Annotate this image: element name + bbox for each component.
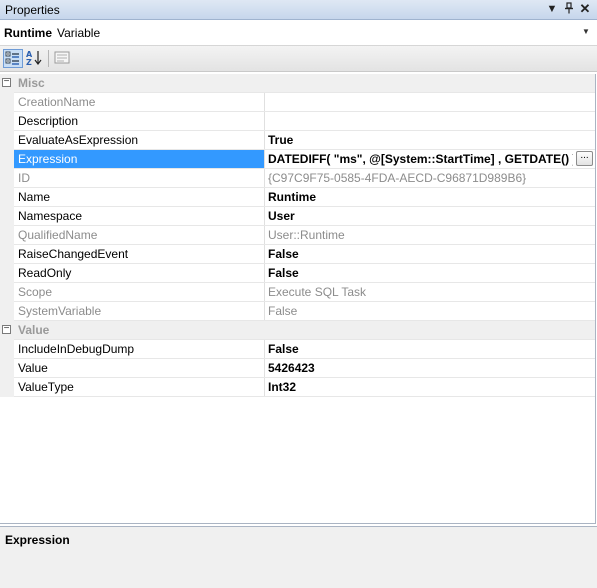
property-grid: − Misc CreationName Description Evaluate… (0, 74, 596, 524)
property-row-scope[interactable]: Scope Execute SQL Task (0, 283, 595, 302)
object-type: Variable (57, 26, 101, 40)
property-value: Execute SQL Task (268, 285, 367, 299)
property-value[interactable]: True (265, 131, 595, 149)
property-name: ValueType (14, 378, 265, 396)
property-value[interactable]: User (265, 207, 595, 225)
pin-icon[interactable] (562, 2, 576, 16)
description-title: Expression (5, 533, 70, 547)
property-row-name[interactable]: Name Runtime (0, 188, 595, 207)
collapse-icon[interactable]: − (2, 324, 11, 334)
toolbar-separator (48, 50, 49, 67)
description-pane: Expression (0, 526, 597, 588)
property-name: ReadOnly (14, 264, 265, 282)
property-row-evaluateasexpression[interactable]: EvaluateAsExpression True (0, 131, 595, 150)
property-name: Namespace (14, 207, 265, 225)
property-row-value[interactable]: Value 5426423 (0, 359, 595, 378)
category-label: Misc (18, 76, 45, 90)
chevron-down-icon[interactable]: ▼ (579, 24, 593, 40)
category-label: Value (18, 323, 50, 337)
property-value: False (268, 304, 298, 318)
property-row-description[interactable]: Description (0, 112, 595, 131)
property-name: QualifiedName (14, 226, 265, 244)
property-value[interactable]: False (265, 245, 595, 263)
property-name: EvaluateAsExpression (14, 131, 265, 149)
property-pages-button[interactable] (53, 49, 73, 68)
property-value[interactable]: Runtime (265, 188, 595, 206)
property-name: Expression (14, 150, 265, 168)
property-value[interactable]: Int32 (265, 378, 595, 396)
object-name: Runtime (4, 26, 52, 40)
close-icon[interactable]: ✕ (578, 2, 592, 16)
property-name: IncludeInDebugDump (14, 340, 265, 358)
property-row-id[interactable]: ID {C97C9F75-0585-4FDA-AECD-C96871D989B6… (0, 169, 595, 188)
property-value[interactable] (265, 112, 595, 130)
sort-alphabetical-icon: A Z (26, 50, 42, 67)
alphabetical-view-button[interactable]: A Z (25, 49, 45, 68)
dropdown-arrow-icon[interactable]: ▼ (545, 2, 559, 16)
property-value: User::Runtime (268, 228, 345, 242)
property-row-raisechangedevent[interactable]: RaiseChangedEvent False (0, 245, 595, 264)
property-row-creationname[interactable]: CreationName (0, 93, 595, 112)
property-value[interactable]: False (265, 340, 595, 358)
categorized-view-button[interactable] (3, 49, 23, 68)
svg-text:Z: Z (26, 58, 32, 66)
property-value[interactable]: 5426423 (265, 359, 595, 377)
property-row-namespace[interactable]: Namespace User (0, 207, 595, 226)
property-name: RaiseChangedEvent (14, 245, 265, 263)
property-name: SystemVariable (14, 302, 265, 320)
category-misc[interactable]: − Misc (0, 74, 595, 93)
property-name: Name (14, 188, 265, 206)
property-row-valuetype[interactable]: ValueType Int32 (0, 378, 595, 397)
collapse-icon[interactable]: − (2, 77, 11, 87)
property-value[interactable]: False (265, 264, 595, 282)
property-row-qualifiedname[interactable]: QualifiedName User::Runtime (0, 226, 595, 245)
property-name: CreationName (14, 93, 265, 111)
window-title: Properties (5, 3, 60, 17)
object-selector[interactable]: Runtime Variable ▼ (0, 20, 597, 46)
property-row-includeindebugdump[interactable]: IncludeInDebugDump False (0, 340, 595, 359)
property-value: {C97C9F75-0585-4FDA-AECD-C96871D989B6} (268, 171, 527, 185)
property-name: Description (14, 112, 265, 130)
property-name: Value (14, 359, 265, 377)
ellipsis-button[interactable]: ... (576, 151, 593, 166)
title-bar: Properties ▼ ✕ (0, 0, 597, 20)
category-value[interactable]: − Value (0, 321, 595, 340)
property-pages-icon (54, 51, 70, 64)
categorized-icon (5, 51, 19, 65)
property-row-systemvariable[interactable]: SystemVariable False (0, 302, 595, 321)
toolbar: A Z (0, 46, 597, 72)
property-value (265, 93, 595, 111)
property-name: Scope (14, 283, 265, 301)
property-value[interactable]: DATEDIFF( "ms", @[System::StartTime] , G… (265, 150, 573, 168)
property-name: ID (14, 169, 265, 187)
property-row-expression[interactable]: Expression DATEDIFF( "ms", @[System::Sta… (0, 150, 595, 169)
property-row-readonly[interactable]: ReadOnly False (0, 264, 595, 283)
